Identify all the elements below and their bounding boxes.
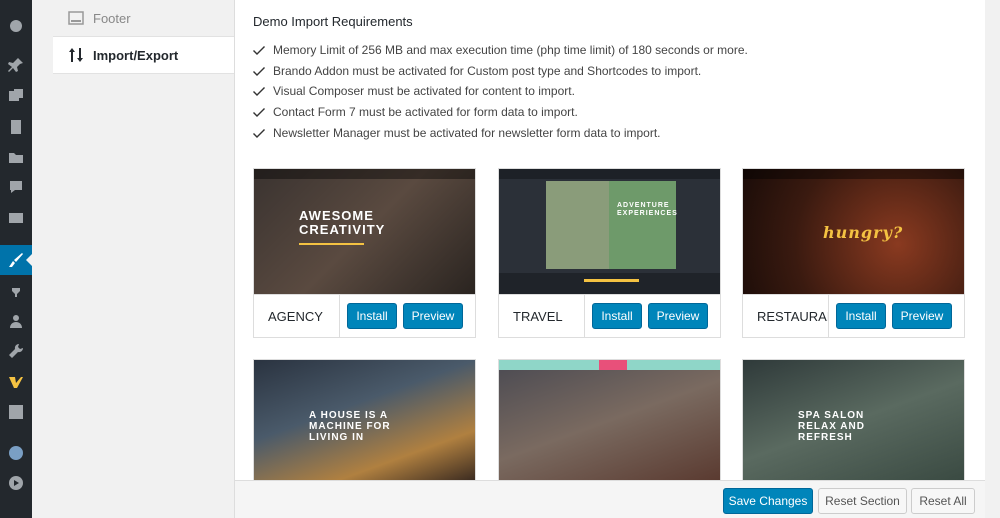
install-button[interactable]: Install bbox=[836, 303, 886, 329]
demo-thumbnail[interactable]: ADVENTURE EXPERIENCES bbox=[499, 169, 720, 294]
save-changes-button[interactable]: Save Changes bbox=[723, 488, 813, 514]
subnav-item-label: Footer bbox=[93, 10, 131, 26]
demo-card-architecture: A HOUSE IS A MACHINE FOR LIVING IN bbox=[253, 359, 476, 481]
mail-icon[interactable] bbox=[0, 203, 32, 233]
check-icon bbox=[253, 106, 265, 118]
demo-card-travel: ADVENTURE EXPERIENCES TRAVEL Install Prev… bbox=[498, 168, 721, 338]
subnav-item-footer[interactable]: Footer bbox=[53, 0, 234, 37]
plugins-icon[interactable] bbox=[0, 275, 32, 305]
check-icon bbox=[253, 65, 265, 77]
visual-composer-icon[interactable] bbox=[0, 367, 32, 397]
requirements-list: Memory Limit of 256 MB and max execution… bbox=[253, 40, 748, 143]
thumb-title: A HOUSE IS A MACHINE FOR LIVING IN bbox=[309, 410, 391, 443]
appearance-brush-icon[interactable] bbox=[0, 245, 32, 275]
check-icon bbox=[253, 85, 265, 97]
demo-thumbnail[interactable]: AWESOME CREATIVITY bbox=[254, 169, 475, 294]
list-item: Newsletter Manager must be activated for… bbox=[253, 122, 748, 143]
subnav-item-label: Import/Export bbox=[93, 47, 179, 63]
action-bar: Save Changes Reset Section Reset All bbox=[235, 480, 985, 518]
page-title: Demo Import Requirements bbox=[253, 14, 413, 29]
install-button[interactable]: Install bbox=[347, 303, 397, 329]
reset-section-button[interactable]: Reset Section bbox=[818, 488, 907, 514]
thumb-title: ADVENTURE EXPERIENCES bbox=[617, 202, 678, 217]
thumb-title: hungry? bbox=[823, 223, 904, 242]
footer-icon bbox=[67, 9, 85, 27]
admin-sidebar bbox=[0, 0, 32, 518]
list-item: Visual Composer must be activated for co… bbox=[253, 81, 748, 102]
folder-icon[interactable] bbox=[0, 142, 32, 172]
media-icon[interactable] bbox=[0, 81, 32, 111]
preview-button[interactable]: Preview bbox=[648, 303, 708, 329]
demo-thumbnail[interactable]: A HOUSE IS A MACHINE FOR LIVING IN bbox=[254, 360, 475, 481]
demo-name: RESTAURANT bbox=[743, 294, 829, 338]
database-icon[interactable] bbox=[0, 438, 32, 468]
pages-icon[interactable] bbox=[0, 112, 32, 142]
list-item: Brando Addon must be activated for Custo… bbox=[253, 61, 748, 82]
demo-card-restaurant: hungry? RESTAURANT Install Preview bbox=[742, 168, 965, 338]
play-icon[interactable] bbox=[0, 468, 32, 498]
demo-name: TRAVEL bbox=[499, 294, 585, 338]
pin-icon[interactable] bbox=[0, 50, 32, 80]
thumb-title: AWESOME CREATIVITY bbox=[299, 208, 386, 238]
check-icon bbox=[253, 44, 265, 56]
sort-arrows-icon bbox=[67, 46, 85, 64]
list-item: Contact Form 7 must be activated for for… bbox=[253, 102, 748, 123]
demo-thumbnail[interactable]: hungry? bbox=[743, 169, 964, 294]
settings-icon[interactable] bbox=[0, 397, 32, 427]
check-icon bbox=[253, 127, 265, 139]
demo-name: AGENCY bbox=[254, 294, 340, 338]
demo-card-spa: SPA SALON RELAX AND REFRESH bbox=[742, 359, 965, 481]
right-gutter bbox=[985, 0, 1000, 518]
comments-icon[interactable] bbox=[0, 172, 32, 202]
dashboard-icon[interactable] bbox=[0, 10, 32, 40]
import-panel: Demo Import Requirements Memory Limit of… bbox=[235, 0, 985, 481]
thumb-title: SPA SALON RELAX AND REFRESH bbox=[798, 410, 865, 443]
demo-card-agency: AWESOME CREATIVITY AGENCY Install Preview bbox=[253, 168, 476, 338]
options-subnav: Footer Import/Export bbox=[53, 0, 235, 518]
list-item: Memory Limit of 256 MB and max execution… bbox=[253, 40, 748, 61]
demo-card-wedding bbox=[498, 359, 721, 481]
demo-thumbnail[interactable] bbox=[499, 360, 720, 481]
demo-thumbnail[interactable]: SPA SALON RELAX AND REFRESH bbox=[743, 360, 964, 481]
reset-all-button[interactable]: Reset All bbox=[911, 488, 975, 514]
tools-wrench-icon[interactable] bbox=[0, 336, 32, 366]
subnav-item-import-export[interactable]: Import/Export bbox=[53, 37, 234, 74]
users-icon[interactable] bbox=[0, 306, 32, 336]
install-button[interactable]: Install bbox=[592, 303, 642, 329]
preview-button[interactable]: Preview bbox=[403, 303, 463, 329]
preview-button[interactable]: Preview bbox=[892, 303, 952, 329]
